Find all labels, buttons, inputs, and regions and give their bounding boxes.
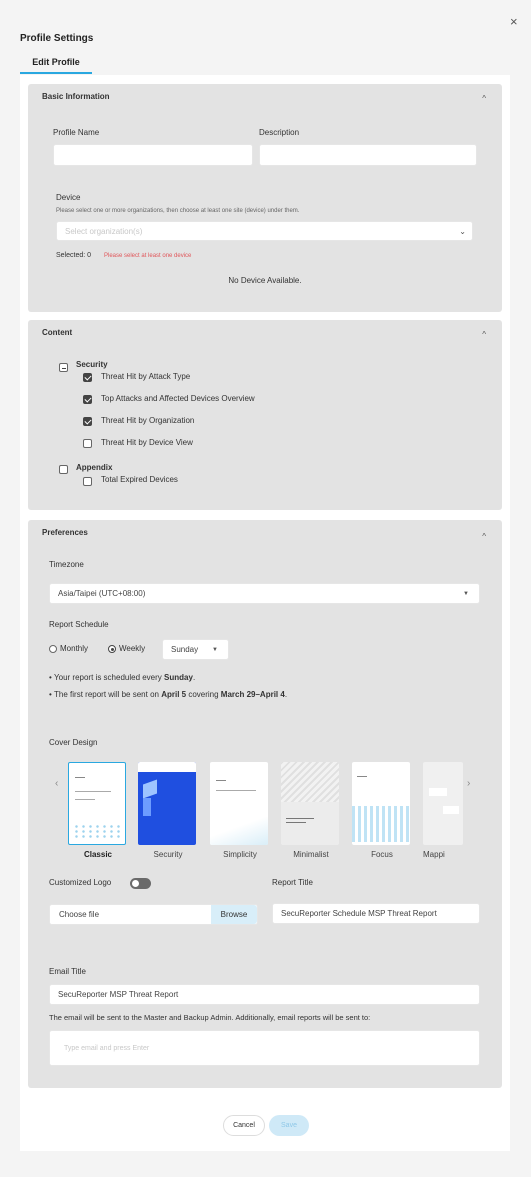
email-recipients-note: The email will be sent to the Master and…	[49, 1013, 371, 1022]
schedule-note: • Your report is scheduled every Sunday.	[49, 673, 196, 682]
section-title: Preferences	[42, 528, 88, 537]
section-title: Content	[42, 328, 73, 337]
cover-name: Focus	[371, 850, 393, 859]
item-checkbox[interactable]	[83, 477, 92, 486]
cover-name: Minimalist	[293, 850, 329, 859]
monthly-label: Monthly	[60, 644, 89, 653]
description-label: Description	[259, 128, 300, 137]
report-title-label: Report Title	[272, 878, 313, 887]
content-item-label: Total Expired Devices	[101, 475, 178, 484]
content-section: Content ^ Security Threat Hit by Attack …	[28, 320, 502, 510]
weekly-label: Weekly	[119, 644, 146, 653]
first-report-note: • The first report will be sent on April…	[49, 690, 288, 699]
timezone-value: Asia/Taipei (UTC+08:00)	[58, 589, 146, 598]
caret-down-icon: ▼	[212, 646, 218, 653]
cover-name: Mappi	[423, 850, 445, 859]
item-checkbox[interactable]	[83, 395, 92, 404]
device-label: Device	[56, 193, 81, 202]
cover-mapping[interactable]	[423, 762, 463, 845]
security-label: Security	[76, 360, 108, 369]
email-title-input[interactable]: SecuReporter MSP Threat Report	[49, 984, 480, 1005]
logo-toggle[interactable]	[130, 878, 151, 889]
device-hint: Please select one or more organizations,…	[56, 208, 300, 214]
email-recipients-input[interactable]: Type email and press Enter	[49, 1030, 480, 1066]
basic-information-section: Basic Information ^ Profile Name Descrip…	[28, 84, 502, 312]
cover-focus[interactable]	[352, 762, 410, 845]
cover-simplicity[interactable]	[210, 762, 268, 845]
content-item-label: Threat Hit by Device View	[101, 438, 193, 447]
chevron-up-icon[interactable]: ^	[482, 330, 486, 339]
cover-name: Classic	[83, 850, 113, 859]
tab-edit-profile[interactable]: Edit Profile	[20, 57, 92, 74]
appendix-label: Appendix	[76, 463, 113, 472]
schedule-label: Report Schedule	[49, 620, 109, 629]
item-checkbox[interactable]	[83, 417, 92, 426]
cover-name: Security	[153, 850, 183, 859]
security-checkbox[interactable]	[59, 363, 68, 372]
email-placeholder: Type email and press Enter	[64, 1044, 150, 1052]
profile-name-label: Profile Name	[53, 128, 100, 137]
customized-logo-label: Customized Logo	[49, 878, 112, 887]
organization-placeholder: Select organization(s)	[65, 226, 143, 236]
email-title-label: Email Title	[49, 967, 86, 976]
timezone-select[interactable]: Asia/Taipei (UTC+08:00) ▼	[49, 583, 480, 604]
choose-file-text: Choose file	[59, 910, 100, 919]
chevron-up-icon[interactable]: ^	[482, 532, 486, 541]
chevron-up-icon[interactable]: ^	[482, 94, 486, 103]
cancel-button[interactable]: Cancel	[223, 1115, 265, 1136]
cover-classic[interactable]	[68, 762, 126, 845]
device-error: Please select at least one device	[104, 253, 192, 259]
chevron-right-icon[interactable]: ›	[467, 778, 470, 789]
close-icon[interactable]: ×	[510, 14, 518, 29]
cover-design-label: Cover Design	[49, 738, 98, 747]
description-input[interactable]	[259, 144, 477, 166]
save-button[interactable]: Save	[269, 1115, 309, 1136]
day-select[interactable]: Sunday ▼	[162, 639, 229, 660]
content-item-label: Threat Hit by Attack Type	[101, 372, 191, 381]
chevron-down-icon: ⌄	[459, 226, 466, 236]
chevron-left-icon[interactable]: ‹	[55, 778, 58, 789]
timezone-label: Timezone	[49, 560, 84, 569]
selected-count: Selected: 0	[56, 252, 92, 259]
day-value: Sunday	[171, 645, 199, 654]
caret-down-icon: ▼	[463, 590, 469, 597]
browse-button[interactable]: Browse	[211, 905, 257, 924]
weekly-radio[interactable]	[108, 645, 116, 653]
no-device-message: No Device Available.	[228, 276, 302, 285]
section-title: Basic Information	[42, 92, 110, 101]
page-title: Profile Settings	[20, 33, 94, 44]
content-item-label: Top Attacks and Affected Devices Overvie…	[101, 394, 255, 403]
organization-select[interactable]: Select organization(s) ⌄	[56, 221, 473, 241]
report-title-input[interactable]: SecuReporter Schedule MSP Threat Report	[272, 903, 480, 924]
monthly-radio[interactable]	[49, 645, 57, 653]
cover-minimalist[interactable]	[281, 762, 339, 845]
cover-security[interactable]	[138, 762, 196, 845]
appendix-checkbox[interactable]	[59, 465, 68, 474]
cover-name: Simplicity	[223, 850, 257, 859]
profile-name-input[interactable]	[53, 144, 253, 166]
item-checkbox[interactable]	[83, 439, 92, 448]
item-checkbox[interactable]	[83, 373, 92, 382]
content-item-label: Threat Hit by Organization	[101, 416, 195, 425]
